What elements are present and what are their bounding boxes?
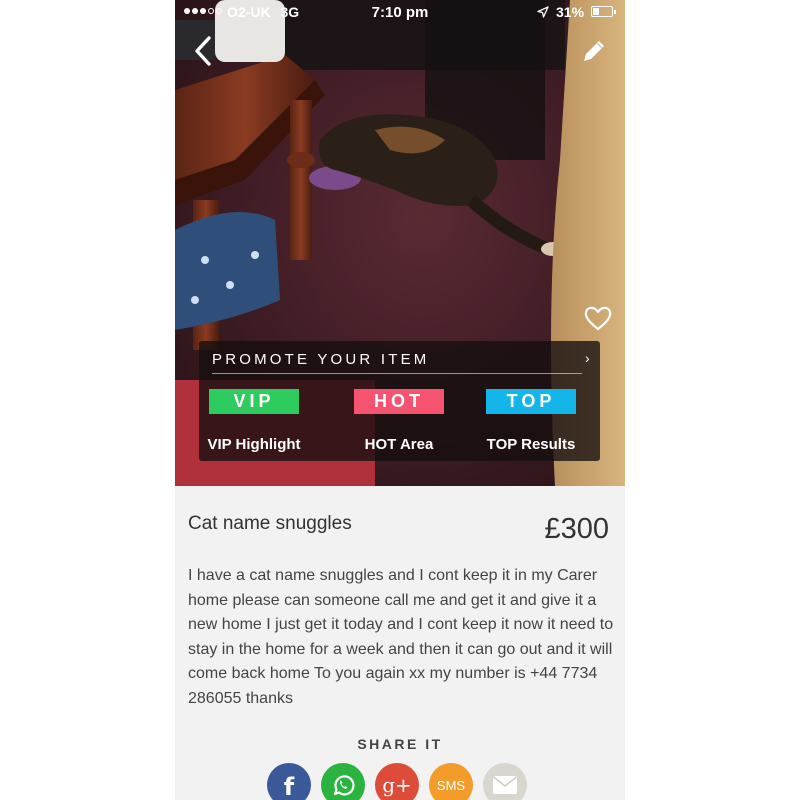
- divider: [212, 373, 582, 374]
- heart-outline-icon: [584, 306, 612, 331]
- app-screen: O2-UK 3G 7:10 pm 31% PROMOTE YOUR ITEM ›…: [175, 0, 625, 800]
- listing-details: Cat name snuggles £300 I have a cat name…: [175, 486, 625, 800]
- google-plus-icon: g+: [382, 773, 412, 797]
- pencil-icon: [584, 41, 604, 61]
- item-description: I have a cat name snuggles and I cont ke…: [188, 567, 614, 707]
- chevron-right-icon[interactable]: ›: [585, 350, 590, 366]
- promote-panel[interactable]: PROMOTE YOUR ITEM › VIP VIP Highlight HO…: [199, 341, 600, 461]
- location-arrow-icon: [537, 6, 549, 18]
- promote-title: PROMOTE YOUR ITEM: [212, 351, 430, 368]
- share-google-plus-button[interactable]: g+: [375, 763, 419, 800]
- item-price: £300: [544, 513, 609, 545]
- listing-photo[interactable]: O2-UK 3G 7:10 pm 31% PROMOTE YOUR ITEM ›…: [175, 0, 625, 486]
- whatsapp-icon: [333, 775, 355, 796]
- share-email-button[interactable]: [483, 763, 527, 800]
- promote-option-vip[interactable]: VIP VIP Highlight: [199, 389, 319, 459]
- share-facebook-button[interactable]: f: [267, 763, 311, 800]
- top-label: TOP Results: [486, 436, 576, 453]
- envelope-icon: [493, 776, 517, 794]
- facebook-icon: f: [283, 773, 295, 800]
- hot-label: HOT Area: [364, 436, 434, 453]
- battery-tip: [614, 10, 616, 14]
- battery-fill: [593, 8, 599, 15]
- edit-button[interactable]: [579, 36, 609, 66]
- top-badge: TOP: [486, 389, 576, 414]
- battery-icon: [591, 6, 613, 17]
- sms-icon: SMS: [436, 777, 466, 793]
- battery-percent: 31%: [556, 4, 585, 20]
- chevron-left-icon: [195, 36, 211, 66]
- back-button[interactable]: [189, 34, 219, 68]
- share-whatsapp-button[interactable]: [321, 763, 365, 800]
- vip-badge: VIP: [209, 389, 299, 414]
- item-title: Cat name snuggles: [188, 513, 352, 534]
- promote-option-top[interactable]: TOP TOP Results: [476, 389, 596, 459]
- share-sms-button[interactable]: SMS: [429, 763, 473, 800]
- promote-option-hot[interactable]: HOT HOT Area: [344, 389, 464, 459]
- hot-badge: HOT: [354, 389, 444, 414]
- vip-label: VIP Highlight: [207, 436, 301, 453]
- favorite-button[interactable]: [583, 303, 613, 333]
- share-title: SHARE IT: [357, 736, 443, 752]
- status-bar: O2-UK 3G 7:10 pm 31%: [175, 0, 625, 26]
